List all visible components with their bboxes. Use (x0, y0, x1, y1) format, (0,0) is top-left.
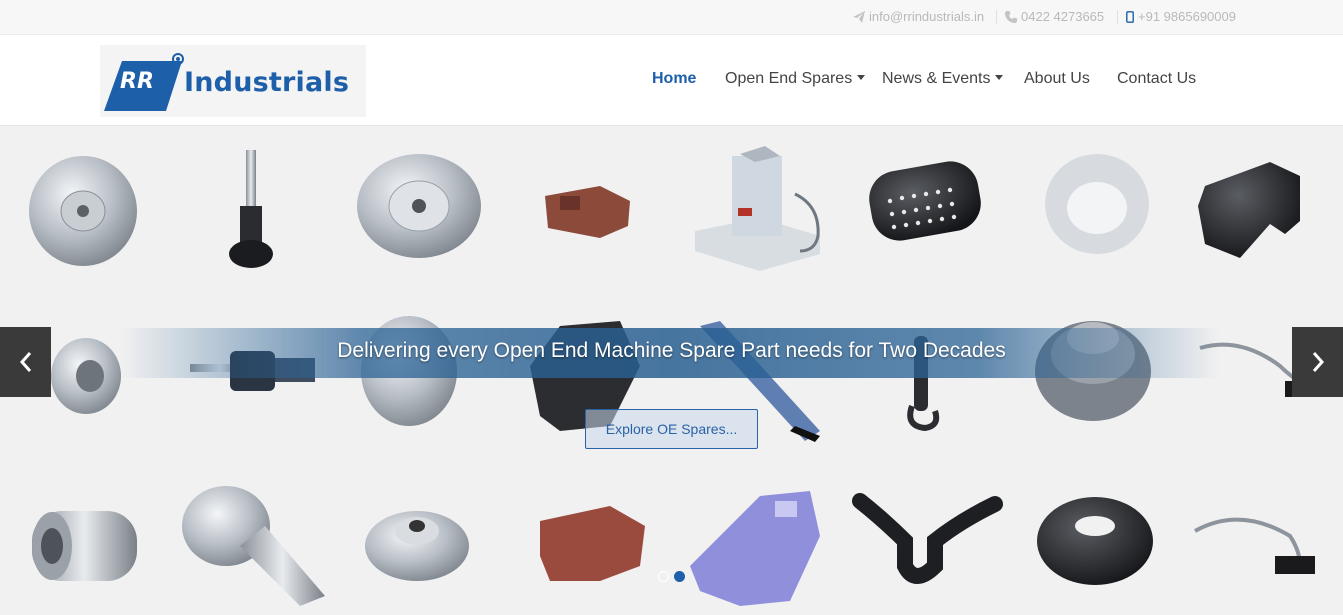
caret-down-icon (857, 75, 866, 80)
site-header: RR Industrials Home Open End Spares News… (0, 35, 1343, 126)
slider-dot-2[interactable] (674, 571, 685, 582)
paper-plane-icon (853, 10, 865, 23)
site-logo[interactable]: RR Industrials (100, 45, 366, 117)
chevron-left-icon (19, 352, 31, 372)
nav-home[interactable]: Home (652, 70, 696, 88)
logo-name: Industrials (184, 67, 350, 98)
email-contact[interactable]: info@rrindustrials.in (853, 9, 984, 24)
slider-next-button[interactable] (1292, 327, 1343, 397)
slider-prev-button[interactable] (0, 327, 51, 397)
divider (996, 10, 997, 24)
nav-contact-us[interactable]: Contact Us (1117, 70, 1196, 88)
nav-open-end-spares-label: Open End Spares (725, 70, 853, 87)
explore-oe-spares-button[interactable]: Explore OE Spares... (585, 409, 758, 449)
nav-about-us[interactable]: About Us (1024, 70, 1090, 88)
nav-contact-us-label: Contact Us (1117, 70, 1197, 87)
mobile-text: +91 9865690009 (1138, 9, 1236, 24)
nav-news-events-label: News & Events (882, 70, 991, 87)
logo-badge-text: RR (120, 69, 154, 94)
phone-contact[interactable]: 0422 4273665 (1005, 9, 1104, 24)
nav-home-label: Home (652, 70, 697, 87)
nav-open-end-spares[interactable]: Open End Spares (725, 70, 866, 88)
top-contact-bar: info@rrindustrials.in 0422 4273665 +91 9… (0, 0, 1343, 35)
chevron-right-icon (1312, 352, 1324, 372)
caret-down-icon (995, 75, 1004, 80)
divider (1117, 10, 1118, 24)
email-text: info@rrindustrials.in (869, 9, 985, 24)
nav-news-events[interactable]: News & Events (882, 70, 1004, 88)
phone-icon (1005, 10, 1017, 23)
mobile-icon (1126, 10, 1134, 23)
mobile-contact[interactable]: +91 9865690009 (1126, 9, 1236, 24)
phone-text: 0422 4273665 (1021, 9, 1105, 24)
hero-slider: Delivering every Open End Machine Spare … (0, 126, 1343, 615)
nav-about-us-label: About Us (1024, 70, 1090, 87)
slider-dot-1[interactable] (658, 571, 669, 582)
hero-headline: Delivering every Open End Machine Spare … (337, 339, 1006, 362)
